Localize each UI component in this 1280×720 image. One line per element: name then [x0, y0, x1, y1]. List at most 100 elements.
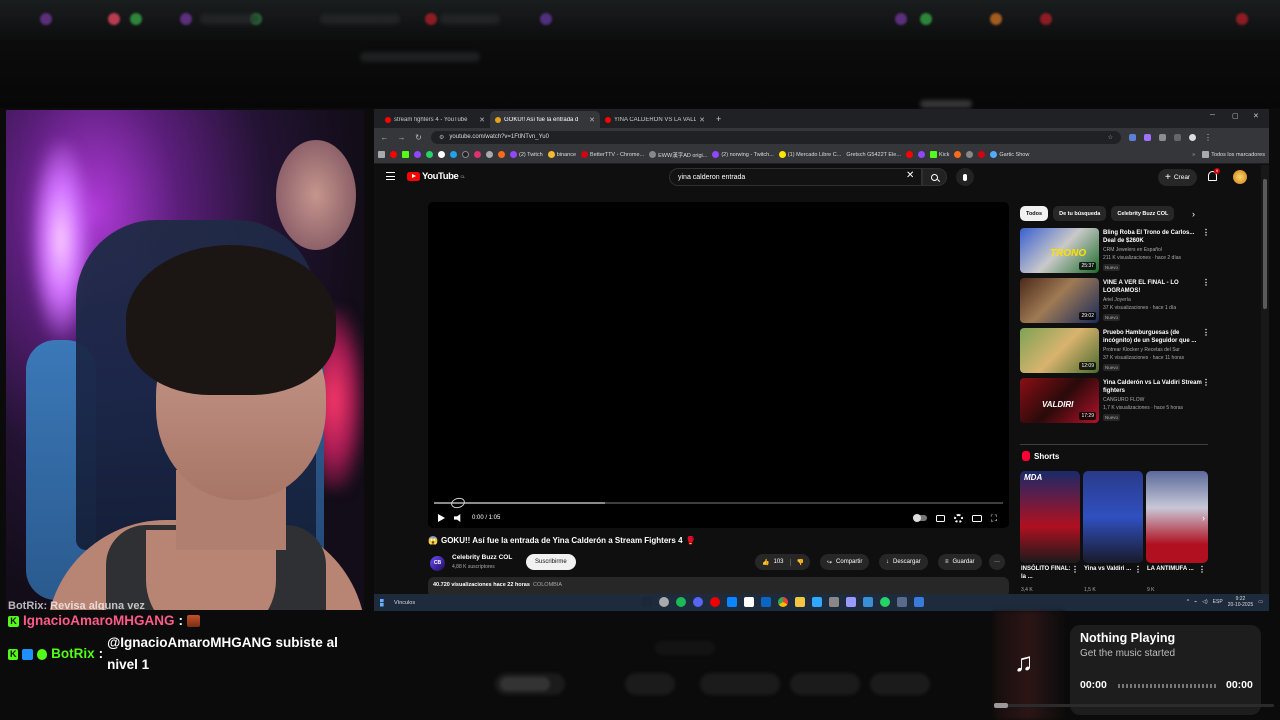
obs-icon[interactable] — [659, 597, 669, 607]
page-scrollbar[interactable] — [1261, 165, 1269, 594]
bookmark-icon[interactable] — [498, 151, 505, 158]
chip-all[interactable]: Todos — [1020, 206, 1049, 221]
bookmark-gartic[interactable]: Gartic Show — [990, 151, 1029, 158]
chip-from-search[interactable]: De tu búsqueda — [1053, 206, 1107, 221]
spotify-icon[interactable] — [676, 597, 686, 607]
extension-icon[interactable] — [1129, 133, 1136, 141]
reload-icon[interactable]: ↻ — [414, 133, 423, 142]
progress-bar[interactable] — [434, 496, 1003, 510]
bookmark-icon[interactable] — [917, 151, 925, 158]
search-input[interactable]: yina calderon entrada — [669, 168, 922, 186]
address-bar[interactable]: ⚙ youtube.com/watch?v=1FtlNTvn_Yu0 ☆ — [431, 130, 1121, 144]
extension-icon[interactable] — [1144, 133, 1151, 141]
tray-chevron-icon[interactable]: ^ — [1187, 599, 1189, 605]
play-icon[interactable] — [438, 514, 445, 522]
bookmark-icon[interactable] — [438, 151, 445, 158]
tab-stream-fighters[interactable]: stream fighters 4 - YouTube ✕ — [380, 111, 490, 128]
clock[interactable]: 9:22 20-10-2025 — [1228, 596, 1254, 608]
bookmark-apps-icon[interactable] — [378, 151, 385, 158]
close-window-icon[interactable]: ✕ — [1253, 112, 1259, 120]
bookmark-icon[interactable] — [450, 151, 457, 158]
more-options-icon[interactable]: ⋮ — [1071, 565, 1079, 574]
app-icon[interactable] — [727, 597, 737, 607]
new-tab-button[interactable]: + — [710, 111, 727, 128]
video-player[interactable]: 0:00 / 1:05 ⛶ — [428, 202, 1009, 528]
search-button[interactable] — [922, 168, 947, 186]
channel-avatar[interactable]: CB — [430, 556, 445, 571]
video-thumbnail[interactable]: VALDIRI 17:29 — [1020, 378, 1099, 423]
whatsapp-icon[interactable] — [880, 597, 890, 607]
discord-icon[interactable] — [693, 597, 703, 607]
windows-start-icon[interactable] — [380, 598, 384, 607]
account-avatar[interactable] — [1233, 170, 1247, 184]
file-explorer-icon[interactable] — [795, 597, 805, 607]
steam-icon[interactable] — [642, 597, 652, 607]
theater-mode-icon[interactable] — [971, 514, 982, 522]
short-thumbnail[interactable]: MDA — [1020, 471, 1080, 563]
bookmark-binance[interactable]: binance — [547, 151, 576, 158]
dislike-button[interactable]: 👎 — [789, 558, 810, 566]
close-tab-icon[interactable]: ✕ — [589, 116, 595, 124]
hamburger-menu-icon[interactable] — [386, 172, 395, 180]
rec-channel[interactable]: Ariel Joyería — [1103, 297, 1131, 303]
short-thumbnail[interactable] — [1083, 471, 1143, 563]
progress-scrubber[interactable] — [449, 496, 467, 510]
more-options-icon[interactable]: ⋮ — [1134, 565, 1142, 574]
subtitles-icon[interactable] — [935, 514, 945, 522]
app-icon[interactable] — [761, 597, 771, 607]
short-thumbnail[interactable]: › — [1146, 471, 1208, 563]
profile-icon[interactable] — [1189, 133, 1196, 141]
rec-title[interactable]: VINE A VER EL FINAL - LO LOGRAMOS! — [1103, 279, 1203, 295]
bookmark-icon[interactable] — [474, 151, 481, 158]
bookmark-icon[interactable] — [486, 151, 493, 158]
app-icon[interactable] — [710, 597, 720, 607]
more-options-icon[interactable]: ⋮ — [1202, 228, 1210, 237]
recommendation-item[interactable]: 12:09 Pruebo Hamburguesas (de incógnito)… — [1020, 328, 1210, 374]
fullscreen-icon[interactable]: ⛶ — [991, 513, 997, 524]
more-actions-button[interactable]: ··· — [989, 554, 1005, 570]
close-tab-icon[interactable]: ✕ — [699, 116, 705, 124]
bookmark-star-icon[interactable]: ☆ — [1108, 134, 1113, 141]
volume-icon[interactable] — [454, 514, 461, 522]
description-box[interactable]: 40.720 visualizaciones hace 22 horas COL… — [428, 577, 1009, 594]
rec-channel[interactable]: CANGURO FLOW — [1103, 397, 1144, 403]
recommendation-item[interactable]: 29:02 VINE A VER EL FINAL - LO LOGRAMOS!… — [1020, 278, 1210, 324]
chrome-icon[interactable] — [778, 597, 788, 607]
rec-channel[interactable]: CRM Jewelers en Español — [1103, 247, 1162, 253]
site-info-icon[interactable]: ⚙ — [439, 134, 444, 141]
clear-search-icon[interactable]: ✕ — [906, 170, 914, 181]
bookmark-mercadolibre[interactable]: (1) Mercado Libre C... — [778, 151, 841, 158]
recommendation-item[interactable]: VALDIRI 17:29 Yina Calderón vs La Valdir… — [1020, 378, 1210, 424]
channel-name[interactable]: Celebrity Buzz COL — [452, 554, 512, 561]
settings-gear-icon[interactable] — [953, 513, 963, 523]
more-options-icon[interactable]: ⋮ — [1202, 278, 1210, 287]
sidebar-icon[interactable] — [1174, 133, 1181, 141]
chip-channel[interactable]: Celebrity Buzz COL — [1111, 206, 1175, 221]
bookmark-icon[interactable] — [390, 151, 397, 158]
short-title[interactable]: INSÓLITO FINAL: la ... — [1021, 565, 1071, 581]
forward-icon[interactable]: → — [397, 133, 406, 142]
minimize-icon[interactable]: ─ — [1210, 112, 1215, 119]
bookmark-icon[interactable] — [402, 151, 409, 158]
bookmark-gretsch[interactable]: Gretsch G5422T Ele... — [846, 152, 901, 158]
voice-search-button[interactable] — [956, 168, 974, 186]
bookmark-icon[interactable] — [954, 151, 962, 158]
rec-channel[interactable]: Protrear Klocker y Recetas del Sur — [1103, 347, 1180, 353]
youtube-logo[interactable]: YouTube CL — [407, 171, 465, 182]
like-button[interactable]: 👍 103 👎 — [755, 554, 810, 570]
create-button[interactable]: + Crear — [1158, 169, 1198, 186]
rec-title[interactable]: Pruebo Hamburguesas (de incógnito) de un… — [1103, 329, 1203, 345]
bookmark-norwing[interactable]: (2) norwing - Twitch... — [712, 151, 774, 158]
video-thumbnail[interactable]: 29:02 — [1020, 278, 1099, 323]
network-icon[interactable]: ⌁ — [1194, 599, 1197, 605]
scrollbar-thumb[interactable] — [1263, 179, 1267, 309]
chevron-right-icon[interactable]: › — [1192, 209, 1195, 219]
tab-goku[interactable]: GOKU!! Así fue la entrada d ✕ — [490, 111, 600, 128]
short-title[interactable]: Yina vs Valdiri ... — [1084, 565, 1134, 573]
save-button[interactable]: ≡ Guardar — [938, 554, 982, 570]
premiere-icon[interactable] — [846, 597, 856, 607]
language-indicator[interactable]: ESP — [1213, 599, 1223, 605]
rec-title[interactable]: Yina Calderón vs La Valdiri Stream fight… — [1103, 379, 1203, 395]
bookmark-icon[interactable] — [462, 151, 469, 158]
close-tab-icon[interactable]: ✕ — [479, 116, 485, 124]
